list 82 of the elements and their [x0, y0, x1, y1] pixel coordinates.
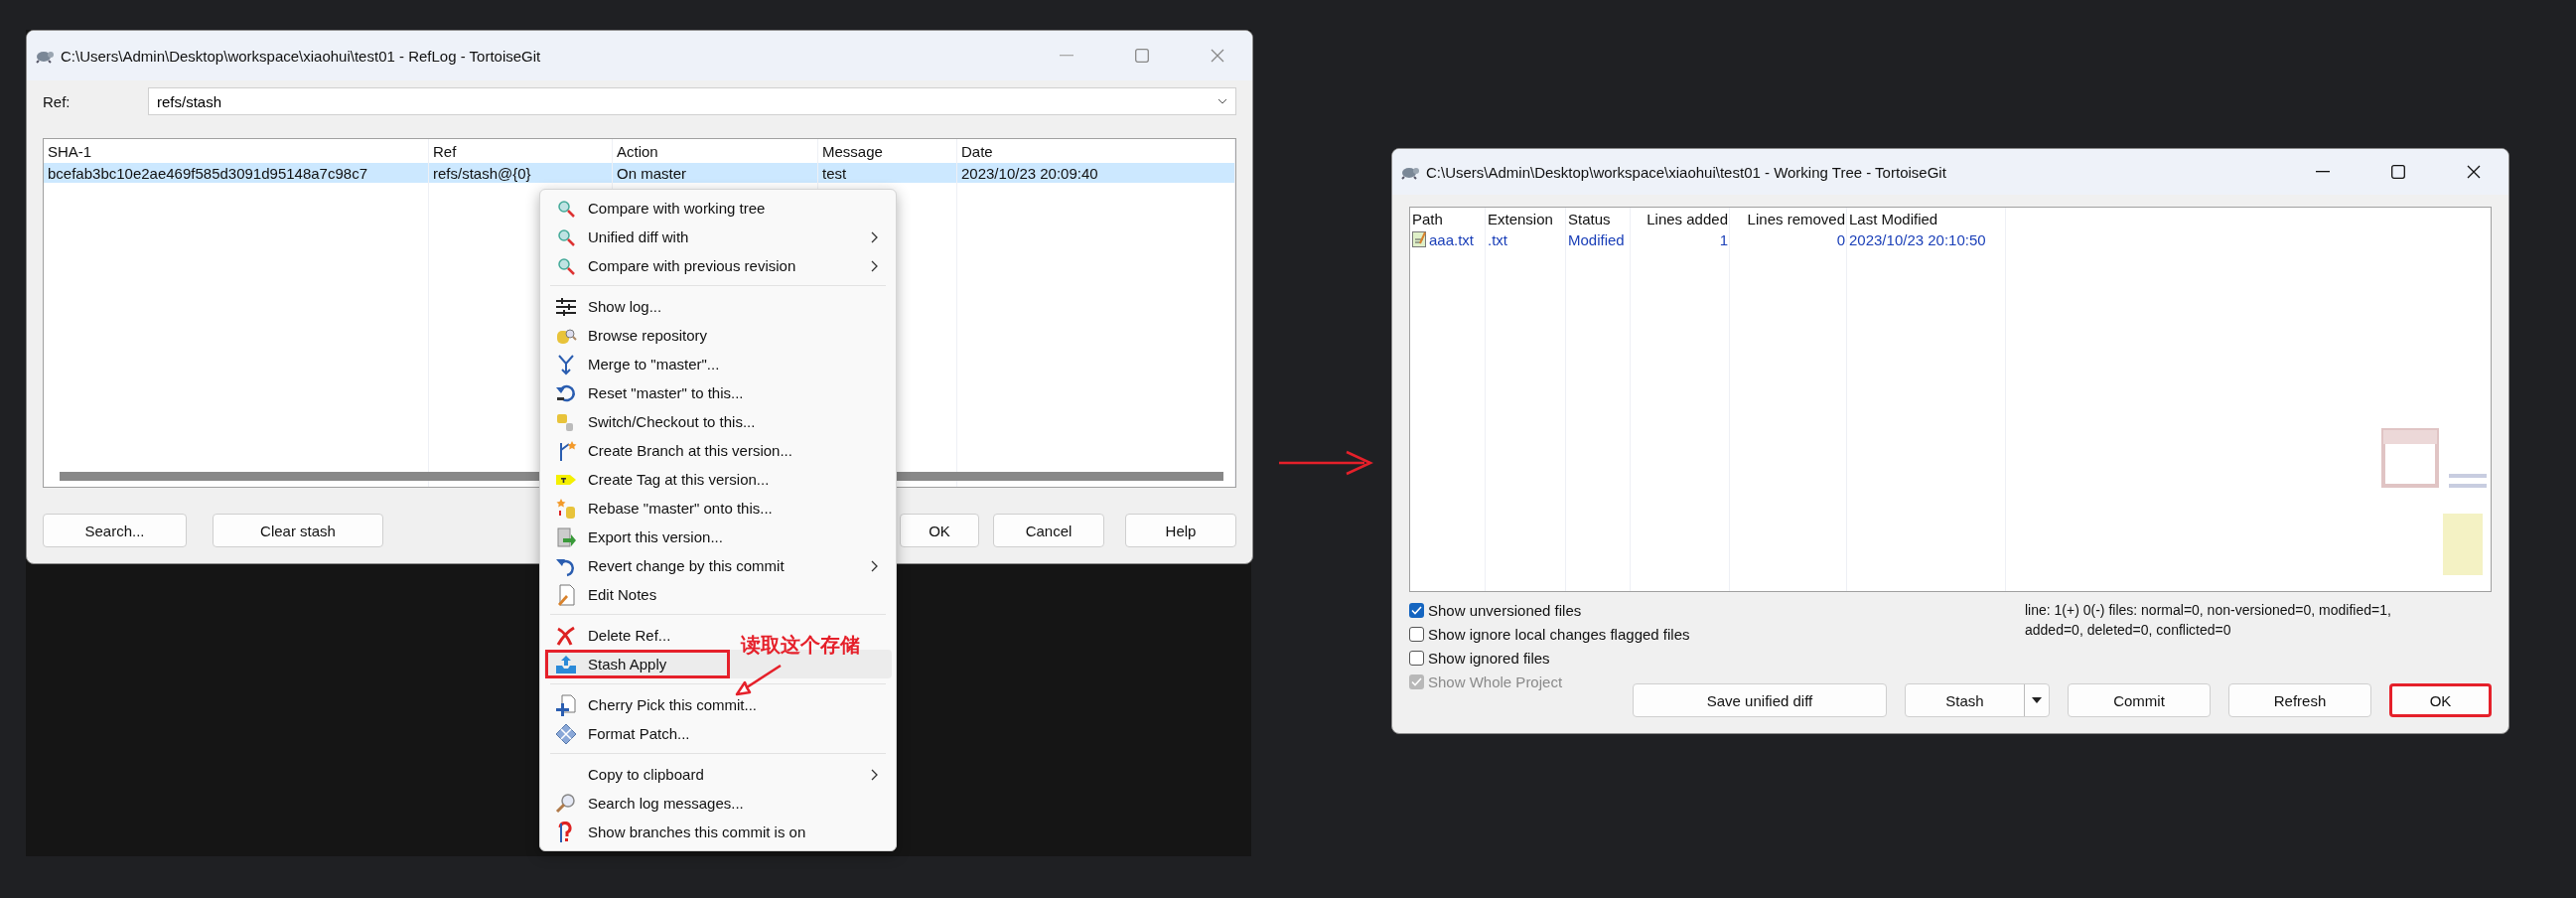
menu-item[interactable]: Compare with working tree — [544, 194, 772, 223]
menu-item[interactable]: Show log... — [544, 292, 668, 321]
checkbox[interactable] — [1409, 602, 1424, 618]
menu-item[interactable]: Browse repository — [544, 321, 714, 350]
stash-button[interactable]: Stash — [1905, 683, 2050, 717]
column-header[interactable]: Path — [1410, 210, 1486, 227]
tray-icon — [555, 653, 577, 675]
maximize-icon[interactable] — [2391, 165, 2405, 179]
table-row[interactable]: bcefab3bc10e2ae469f585d3091d95148a7c98c7 refs/stash@{0} On master test 2023/10/23 20:09:40 — [44, 163, 1235, 183]
export-icon — [555, 525, 577, 548]
option-label: Show ignore local changes flagged files — [1428, 625, 1690, 643]
column-header[interactable]: Extension — [1486, 210, 1566, 227]
checkbox[interactable] — [1409, 650, 1424, 666]
menu-item[interactable]: Copy to clipboard — [544, 760, 892, 789]
column-header[interactable]: Lines added — [1631, 210, 1730, 227]
table-cell-text: On master — [616, 164, 688, 182]
search-button[interactable]: Search... — [43, 514, 187, 547]
menu-item[interactable]: Delete Ref... — [544, 621, 677, 650]
menu-item[interactable]: Rebase "master" onto this... — [544, 494, 779, 523]
cancel-button[interactable]: Cancel — [993, 514, 1104, 547]
ref-label: Ref: — [43, 92, 72, 110]
bandage-icon — [555, 722, 577, 745]
column-header[interactable]: Message — [818, 142, 957, 160]
dialog-button[interactable]: Save unified diff — [1633, 683, 1887, 717]
dropdown-icon — [2032, 697, 2042, 703]
document-plus-icon — [555, 693, 577, 716]
ref-dropdown[interactable]: refs/stash — [148, 87, 1236, 115]
table-cell[interactable]: aaa.txt — [1410, 230, 1486, 248]
window-title: C:\Users\Admin\Desktop\workspace\xiaohui\test01 - RefLog - TortoiseGit — [61, 47, 542, 65]
table-cell-text: 2023/10/23 20:09:40 — [960, 164, 1099, 182]
note-pencil-icon — [555, 583, 577, 606]
column-header[interactable]: SHA-1 — [44, 142, 429, 160]
table-cell-text: refs/stash@{0} — [432, 164, 532, 182]
column-header[interactable]: Lines removed — [1730, 210, 1847, 227]
dialog-button[interactable]: OK — [2389, 683, 2492, 717]
minimize-icon[interactable] — [2316, 171, 2330, 173]
menu-item[interactable]: Create Tag at this version... — [544, 465, 776, 494]
merge-arrow-icon — [555, 353, 577, 375]
dialog-button[interactable]: Refresh — [2228, 683, 2371, 717]
menu-item[interactable]: Cherry Pick this commit... — [544, 690, 764, 719]
close-icon[interactable] — [2467, 165, 2481, 179]
column-header[interactable]: Action — [613, 142, 818, 160]
column-header[interactable]: Ref — [429, 142, 613, 160]
table-cell-text: .txt — [1487, 230, 1508, 248]
star-icon — [555, 497, 577, 520]
option-label: Show ignored files — [1428, 649, 1550, 667]
table-cell-text: bcefab3bc10e2ae469f585d3091d95148a7c98c7 — [47, 164, 368, 182]
table-cell-text: Modified — [1567, 230, 1626, 248]
menu-item[interactable]: Search log messages... — [544, 789, 750, 818]
menu-item[interactable]: Compare with previous revision — [544, 251, 892, 280]
menu-item[interactable]: Show branches this commit is on — [544, 818, 812, 846]
annotation-arrow — [735, 664, 783, 697]
option-label: Show unversioned files — [1428, 601, 1582, 619]
menu-item[interactable]: Format Patch... — [544, 719, 696, 748]
cross-icon — [555, 624, 577, 647]
checkbox[interactable] — [1409, 626, 1424, 642]
table-cell-text: 0 — [1835, 230, 1846, 248]
menu-item[interactable]: Create Branch at this version... — [544, 436, 798, 465]
help-button[interactable]: Help — [1125, 514, 1236, 547]
column-header[interactable]: Status — [1566, 210, 1631, 227]
chevron-down-icon — [1217, 98, 1227, 104]
summary-text: line: 1(+) 0(-) files: normal=0, non-versioned=0, modified=1, added=0, deleted=0, conflicted=0 — [2025, 601, 2392, 640]
window-title: C:\Users\Admin\Desktop\workspace\xiaohui\test01 - Working Tree - TortoiseGit — [1426, 163, 1947, 181]
ok-button[interactable]: OK — [900, 514, 979, 547]
text-file-icon — [1412, 231, 1426, 247]
search-icon — [555, 792, 577, 815]
menu-item[interactable]: Revert change by this commit — [544, 551, 892, 580]
table-cell-text: 1 — [1718, 230, 1729, 248]
menu-item[interactable]: Edit Notes — [544, 580, 663, 609]
menu-item[interactable]: Merge to "master"... — [544, 350, 726, 378]
menu-item[interactable]: Reset "master" to this... — [544, 378, 750, 407]
menu-item[interactable]: Export this version... — [544, 523, 729, 551]
table-cell-text: test — [821, 164, 848, 182]
dialog-button[interactable]: Commit — [2068, 683, 2211, 717]
menu-item[interactable]: Switch/Checkout to this... — [544, 407, 762, 436]
option-label: Show Whole Project — [1428, 673, 1563, 690]
menu-item[interactable]: Unified diff with — [544, 223, 892, 251]
table-cell-text: 2023/10/23 20:10:50 — [1848, 230, 1987, 248]
column-header[interactable]: Date — [957, 142, 1235, 160]
clear-stash-button[interactable]: Clear stash — [213, 514, 383, 547]
sliders-icon — [555, 295, 577, 318]
column-header[interactable]: Last Modified — [1847, 210, 2006, 227]
